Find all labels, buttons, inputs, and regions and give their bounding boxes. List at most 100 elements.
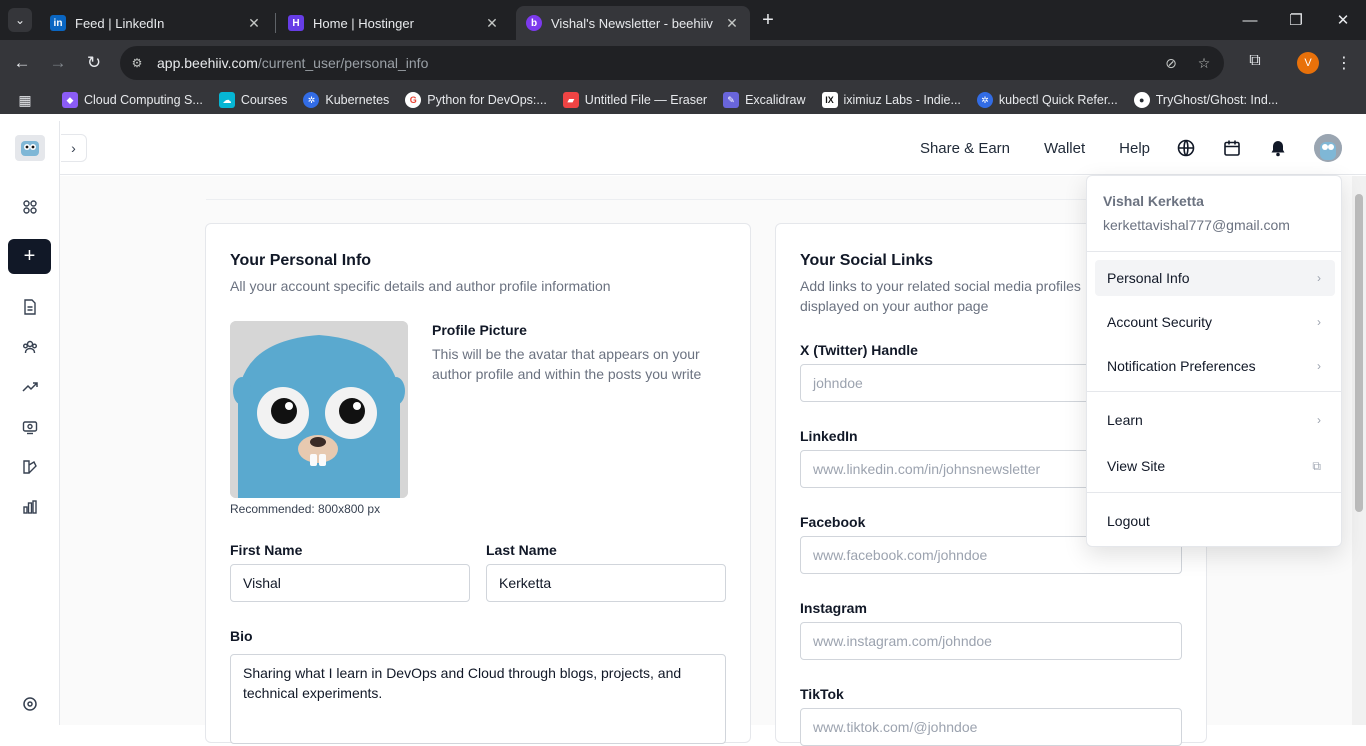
bookmark-item[interactable]: ✎ Excalidraw [715,88,813,112]
bookmark-item[interactable]: IX iximiuz Labs - Indie... [814,88,969,112]
linkedin-label: LinkedIn [800,428,858,444]
menu-item-personal-info[interactable]: Personal Info › [1095,260,1335,296]
apps-grid-icon[interactable]: ▦ [10,89,40,111]
kubernetes-icon: ✲ [303,92,320,108]
profile-picture[interactable] [230,321,408,498]
forward-icon[interactable]: → [44,49,72,77]
browser-tabstrip: ⌄ in Feed | LinkedIn ✕ H Home | Hostinge… [0,0,1366,40]
profile-picture-label: Profile Picture [432,322,527,338]
twitter-label: X (Twitter) Handle [800,342,918,358]
address-bar[interactable]: ⚙ app.beehiiv.com/current_user/personal_… [120,46,1224,80]
back-icon[interactable]: ← [8,49,36,77]
menu-divider [1087,492,1341,493]
bookmarks-bar: ▦ ◆ Cloud Computing S... ☁ Courses ✲ Kubern… [0,86,1366,114]
close-icon[interactable]: ✕ [724,15,740,31]
beehiiv-icon: b [526,15,542,31]
tab-beehiiv[interactable]: b Vishal's Newsletter - beehiiv ✕ [516,6,750,40]
monetize-money-icon[interactable] [18,415,42,439]
menu-item-logout[interactable]: Logout [1095,503,1335,539]
tab-hostinger[interactable]: H Home | Hostinger ✕ [278,6,510,40]
divider [206,199,1206,200]
chevron-right-icon: › [1317,271,1321,285]
chevron-right-icon: › [1317,359,1321,373]
cloud-icon: ☁ [218,92,235,108]
reload-icon[interactable]: ↻ [80,49,108,77]
iximiuz-icon: IX [821,92,838,108]
extensions-icon[interactable]: ⧉ [1243,49,1267,73]
create-new-button[interactable]: + [8,239,51,274]
window-close-icon[interactable]: ✕ [1320,0,1366,40]
dashboard-grid-icon[interactable] [18,195,42,219]
user-avatar[interactable] [1314,134,1342,162]
globe-icon[interactable] [1176,138,1196,158]
close-icon[interactable]: ✕ [484,15,500,31]
page-scrollbar[interactable] [1352,176,1366,725]
restore-icon[interactable]: ❐ [1273,0,1319,40]
eye-off-icon[interactable]: ⊘ [1160,52,1182,74]
analytics-bar-chart-icon[interactable] [18,495,42,519]
expand-sidebar-chevron-icon[interactable]: › [61,134,87,162]
bell-icon[interactable] [1268,138,1288,158]
linkedin-icon: in [50,15,66,31]
first-name-label: First Name [230,542,303,558]
share-earn-link[interactable]: Share & Earn [920,140,1010,157]
bio-label: Bio [230,628,253,644]
profile-avatar[interactable]: V [1297,52,1319,74]
recommended-size-text: Recommended: 800x800 px [230,502,381,516]
tab-title: Vishal's Newsletter - beehiiv [551,15,713,31]
publication-logo[interactable] [15,135,45,161]
bookmark-item[interactable]: ◆ Cloud Computing S... [54,88,211,112]
hostinger-icon: H [288,15,304,31]
menu-item-learn[interactable]: Learn › [1095,402,1335,438]
personal-info-card: Your Personal Info All your account spec… [205,223,751,744]
tab-title: Home | Hostinger [313,15,414,31]
menu-item-view-site[interactable]: View Site ⧉ [1095,448,1335,484]
user-name: Vishal Kerketta [1103,193,1204,209]
last-name-input[interactable]: Kerketta [486,564,726,602]
first-name-input[interactable]: Vishal [230,564,470,602]
star-icon[interactable]: ☆ [1193,52,1215,74]
bookmark-item[interactable]: ▰ Untitled File — Eraser [555,88,715,112]
chevron-right-icon: › [1317,315,1321,329]
audience-users-icon[interactable] [18,335,42,359]
bookmark-item[interactable]: G Python for DevOps:... [397,88,555,112]
close-icon[interactable]: ✕ [246,15,262,31]
social-links-description: Add links to your related social media p… [800,278,1081,314]
bookmark-item[interactable]: ✲ Kubernetes [295,88,397,112]
help-link[interactable]: Help [1119,140,1150,157]
user-email: kerkettavishal777@gmail.com [1103,217,1290,233]
minimize-icon[interactable]: — [1227,0,1273,40]
bookmark-item[interactable]: ☁ Courses [211,88,296,112]
eraser-icon: ▰ [562,92,579,108]
header-nav: Share & Earn Wallet Help [920,121,1366,175]
tab-linkedin[interactable]: in Feed | LinkedIn ✕ [40,6,272,40]
calendar-icon[interactable] [1222,138,1242,158]
tiktok-input[interactable]: www.tiktok.com/@johndoe [800,708,1182,746]
cube-icon: ◆ [62,92,78,108]
browser-toolbar: ← → ↻ ⚙ app.beehiiv.com/current_user/per… [0,40,1366,86]
design-website-icon[interactable] [18,455,42,479]
excalidraw-icon: ✎ [723,92,740,108]
tab-separator [275,13,276,33]
posts-document-icon[interactable] [18,295,42,319]
bookmark-item[interactable]: ● TryGhost/Ghost: Ind... [1126,88,1287,112]
personal-info-title: Your Personal Info [230,252,372,269]
bookmark-item[interactable]: ✲ kubectl Quick Refer... [969,88,1126,112]
last-name-label: Last Name [486,542,557,558]
settings-gear-icon[interactable] [18,692,42,716]
user-menu-dropdown: Vishal Kerketta kerkettavishal777@gmail.… [1086,175,1342,547]
site-info-icon[interactable]: ⚙ [126,52,148,74]
social-links-title: Your Social Links [800,252,934,269]
tab-title: Feed | LinkedIn [75,15,165,31]
grow-trending-icon[interactable] [18,375,42,399]
menu-item-notification-preferences[interactable]: Notification Preferences › [1095,348,1335,384]
bio-textarea[interactable]: Sharing what I learn in DevOps and Cloud… [230,654,726,744]
menu-item-account-security[interactable]: Account Security › [1095,304,1335,340]
scrollbar-thumb[interactable] [1355,194,1363,512]
new-tab-icon[interactable]: + [756,8,780,32]
menu-icon[interactable]: ⋮ [1334,52,1354,74]
external-link-icon: ⧉ [1312,458,1321,473]
wallet-link[interactable]: Wallet [1044,140,1085,157]
instagram-input[interactable]: www.instagram.com/johndoe [800,622,1182,660]
tab-search-icon[interactable]: ⌄ [8,8,32,32]
